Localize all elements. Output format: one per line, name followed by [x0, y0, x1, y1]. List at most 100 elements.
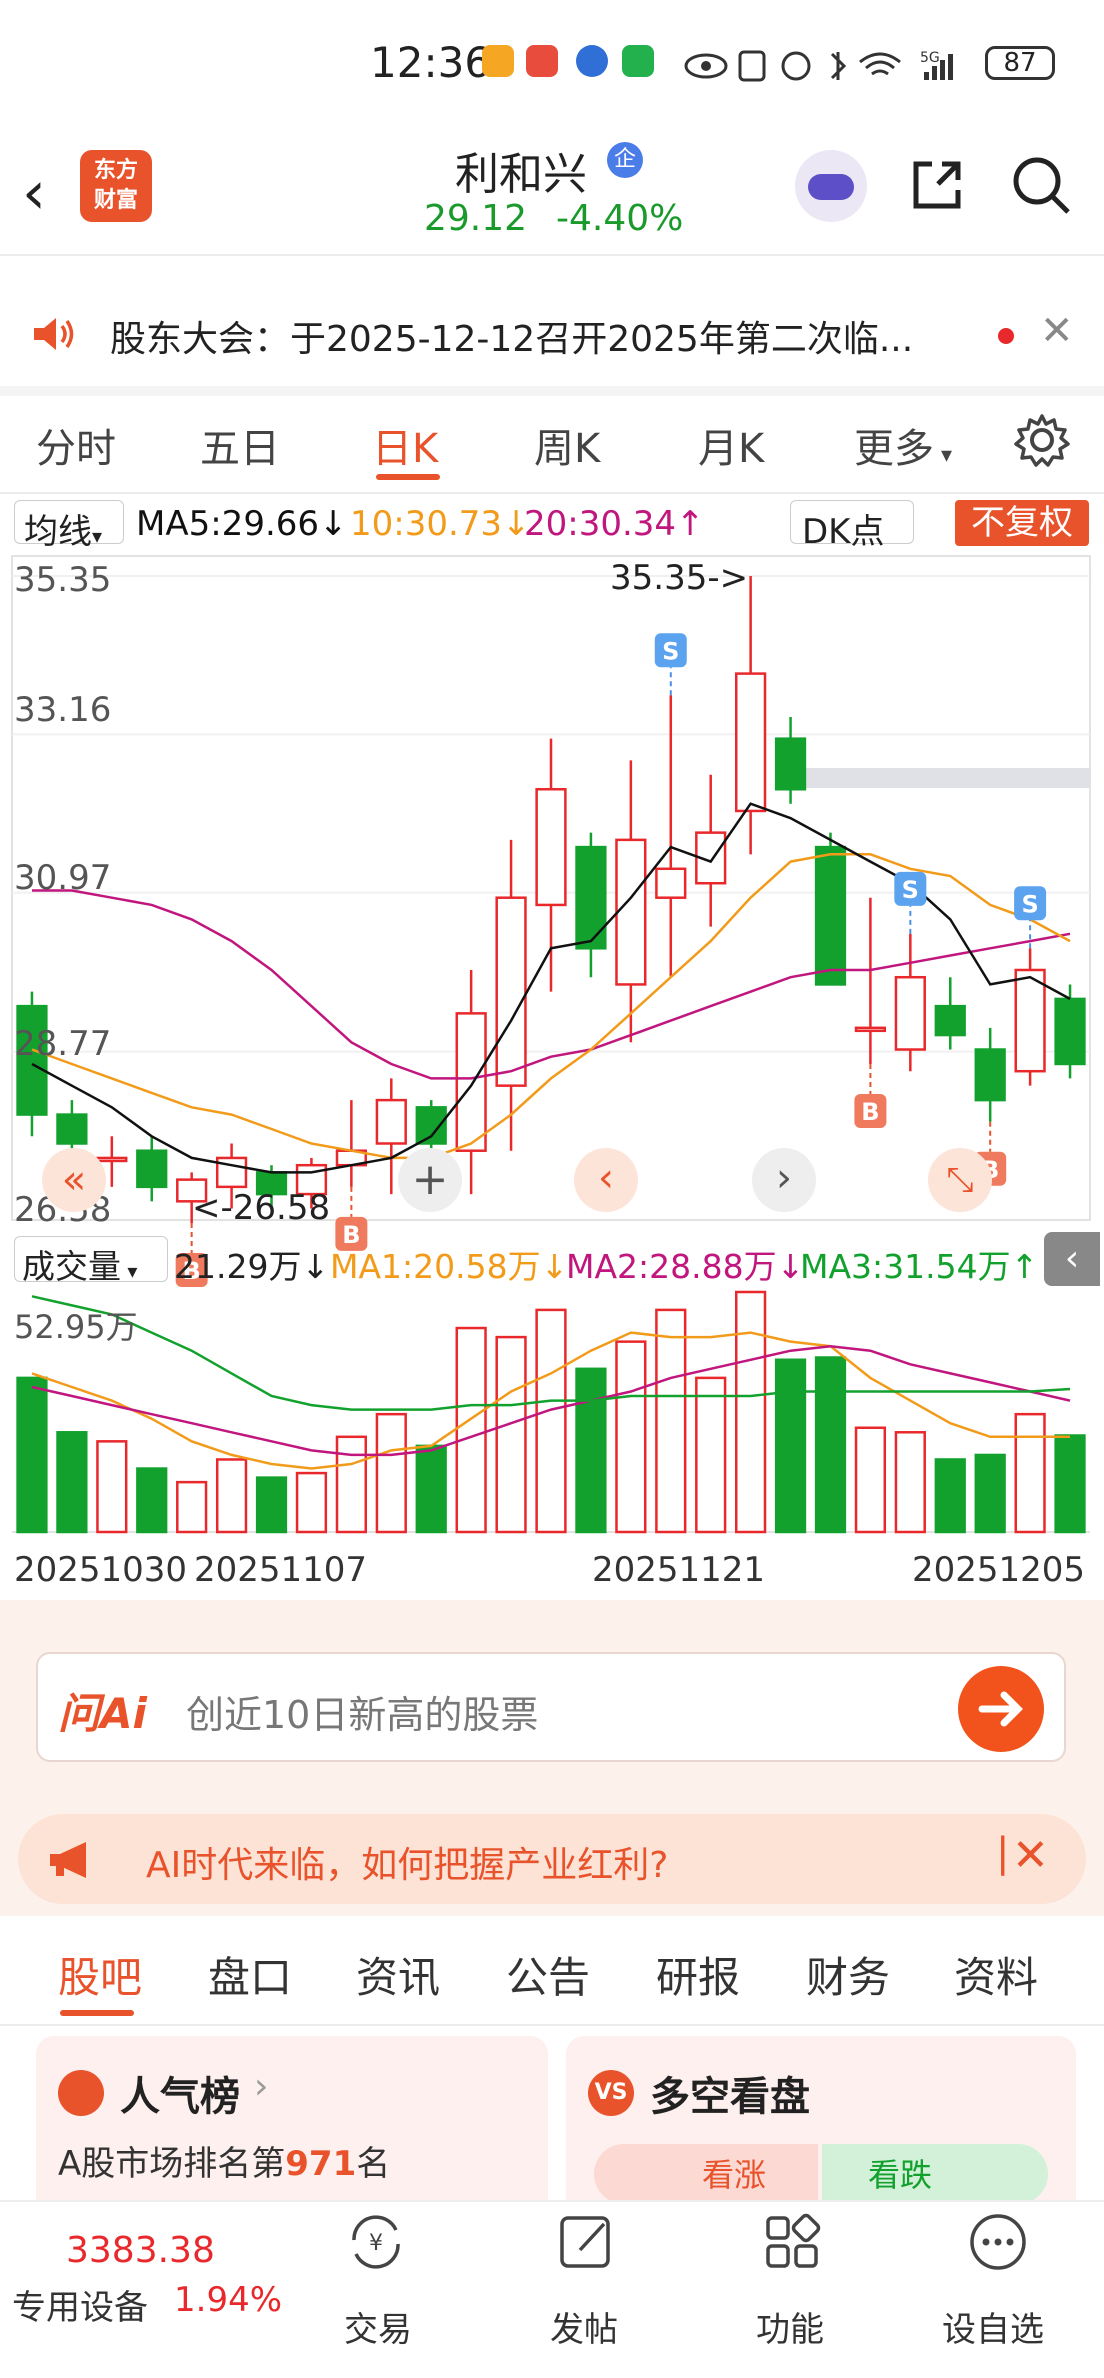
sector-name[interactable]: 专用设备 — [12, 2280, 148, 2329]
candle-body — [774, 737, 807, 791]
ai-logo: 问Ai — [58, 1689, 147, 1738]
subtab-profile[interactable]: 资料 — [954, 1944, 1038, 2005]
no-adjust-button[interactable]: 不复权 — [955, 500, 1089, 546]
rewind-icon[interactable]: « — [42, 1148, 106, 1212]
subtab-announcements[interactable]: 公告 — [506, 1944, 590, 2005]
megaphone-icon — [50, 1842, 86, 1878]
ma10-value: 10:30.73↓ — [350, 504, 531, 544]
volume-axis-max: 52.95万 — [14, 1308, 138, 1346]
status-bar: 12:36 5G 87 — [0, 0, 1104, 130]
volume-bar — [655, 1308, 687, 1534]
dk-label: DK点 — [802, 512, 885, 552]
volume-bar — [735, 1290, 767, 1534]
bear-button[interactable] — [822, 2144, 1048, 2204]
share-icon[interactable] — [908, 156, 966, 214]
bear-label: 看跌 — [868, 2156, 933, 2194]
candle-body — [455, 1012, 487, 1152]
tab-weekly-k[interactable]: 周K — [534, 416, 600, 474]
svg-text:¥: ¥ — [369, 2231, 383, 2256]
close-notice-icon[interactable]: ✕ — [1040, 308, 1074, 354]
functions-icon[interactable] — [760, 2210, 824, 2274]
more-dots-icon[interactable] — [966, 2210, 1030, 2274]
search-icon[interactable] — [1010, 154, 1072, 216]
volume-bar — [295, 1471, 328, 1534]
wechat-icon — [622, 45, 654, 77]
volume-bar — [495, 1335, 527, 1534]
candle-body — [854, 1026, 887, 1033]
expand-icon[interactable]: ⤡ — [928, 1148, 992, 1212]
close-banner-icon[interactable]: ✕ — [1012, 1830, 1049, 1881]
gear-icon[interactable] — [1014, 412, 1070, 468]
kline-chart[interactable]: BBSSBSB — [0, 550, 1104, 1550]
eastmoney-logo[interactable]: 东方 财富 — [80, 150, 152, 222]
volume-bar — [575, 1367, 607, 1534]
candle-body — [655, 867, 687, 899]
candle-body — [495, 896, 527, 1087]
shareholder-meeting-notice[interactable]: 股东大会：于2025-12-12召开2025年第二次临... — [110, 310, 913, 362]
subtab-finance[interactable]: 财务 — [806, 1944, 890, 2005]
date-label: 20251030 — [14, 1550, 188, 1590]
tab-more[interactable]: 更多 ▾ — [854, 416, 952, 474]
price-axis-tick: 33.16 — [14, 690, 112, 730]
chevron-right-icon[interactable]: › — [752, 1148, 816, 1212]
post-icon[interactable] — [554, 2210, 618, 2274]
nav-functions[interactable]: 功能 — [756, 2302, 824, 2351]
volume-bar — [774, 1358, 807, 1534]
candle-body — [735, 672, 767, 813]
volume-bar — [934, 1458, 966, 1534]
date-label: 20251121 — [592, 1550, 766, 1590]
volume-ma1: MA1:20.58万↓ — [330, 1247, 569, 1286]
candle-body — [1014, 968, 1046, 1073]
subtabs-divider — [0, 2024, 1104, 2026]
sector-index-value[interactable]: 3383.38 — [66, 2230, 215, 2271]
volume-selector-label: 成交量 ▾ — [22, 1240, 137, 1288]
tab-five-day[interactable]: 五日 — [200, 416, 280, 474]
volume-ma3: MA3:31.54万↑ — [800, 1247, 1039, 1286]
robot-face-icon — [808, 174, 854, 200]
candle-body — [575, 845, 607, 950]
resistance-band — [790, 768, 1090, 788]
stock-name: 利和兴 — [455, 149, 587, 200]
volume-bar — [255, 1476, 288, 1534]
app-notification-icon — [576, 45, 608, 77]
volume-bar — [535, 1308, 567, 1534]
price-axis-tick: 28.77 — [14, 1024, 112, 1064]
status-icons: 5G — [684, 50, 953, 82]
rank-number: 971 — [285, 2144, 357, 2184]
trade-icon[interactable]: ¥ — [344, 2210, 408, 2274]
ma-selector-label: 均线▾ — [24, 504, 102, 553]
status-time: 12:36 — [370, 38, 492, 87]
signal-label: S — [662, 637, 679, 665]
volume-bar — [415, 1444, 447, 1534]
nav-add-watchlist[interactable]: 设自选 — [942, 2302, 1044, 2351]
arrow-right-icon[interactable] — [958, 1666, 1044, 1752]
tab-intraday[interactable]: 分时 — [36, 416, 116, 474]
tabs-divider — [0, 492, 1104, 494]
back-icon[interactable]: ‹ — [22, 158, 46, 228]
nav-post[interactable]: 发帖 — [550, 2302, 618, 2351]
crosshair-add-icon[interactable]: + — [398, 1148, 462, 1212]
ai-search-placeholder[interactable]: 创近10日新高的股票 — [186, 1684, 538, 1739]
subtab-research[interactable]: 研报 — [656, 1944, 740, 2005]
promo-banner-text: AI时代来临，如何把握产业红利? — [146, 1845, 669, 1886]
active-tab-underline — [376, 474, 440, 480]
stock-price: 29.12 — [424, 198, 528, 239]
stock-change-pct: -4.40% — [556, 198, 684, 239]
subtab-pankou[interactable]: 盘口 — [208, 1944, 292, 2005]
rank-line: A股市场排名第971名 — [58, 2136, 390, 2185]
dropdown-icon: ▾ — [934, 443, 953, 468]
collapse-panel-button[interactable]: ‹ — [1044, 1232, 1100, 1286]
nav-trade[interactable]: 交易 — [344, 2302, 412, 2351]
tab-monthly-k[interactable]: 月K — [698, 416, 764, 474]
ma20-value: 20:30.34↑ — [524, 504, 705, 544]
signal-label: B — [861, 1098, 879, 1126]
tab-daily-k[interactable]: 日K — [372, 416, 438, 474]
candle-body — [136, 1149, 168, 1189]
logo-text-1: 东方 — [93, 158, 138, 183]
chevron-left-icon[interactable]: ‹ — [574, 1148, 638, 1212]
tab-more-label: 更多 — [854, 426, 934, 472]
popularity-card[interactable] — [36, 2036, 548, 2226]
vs-icon: VS — [588, 2070, 634, 2116]
subtab-guba[interactable]: 股吧 — [58, 1944, 142, 2005]
subtab-news[interactable]: 资讯 — [356, 1944, 440, 2005]
